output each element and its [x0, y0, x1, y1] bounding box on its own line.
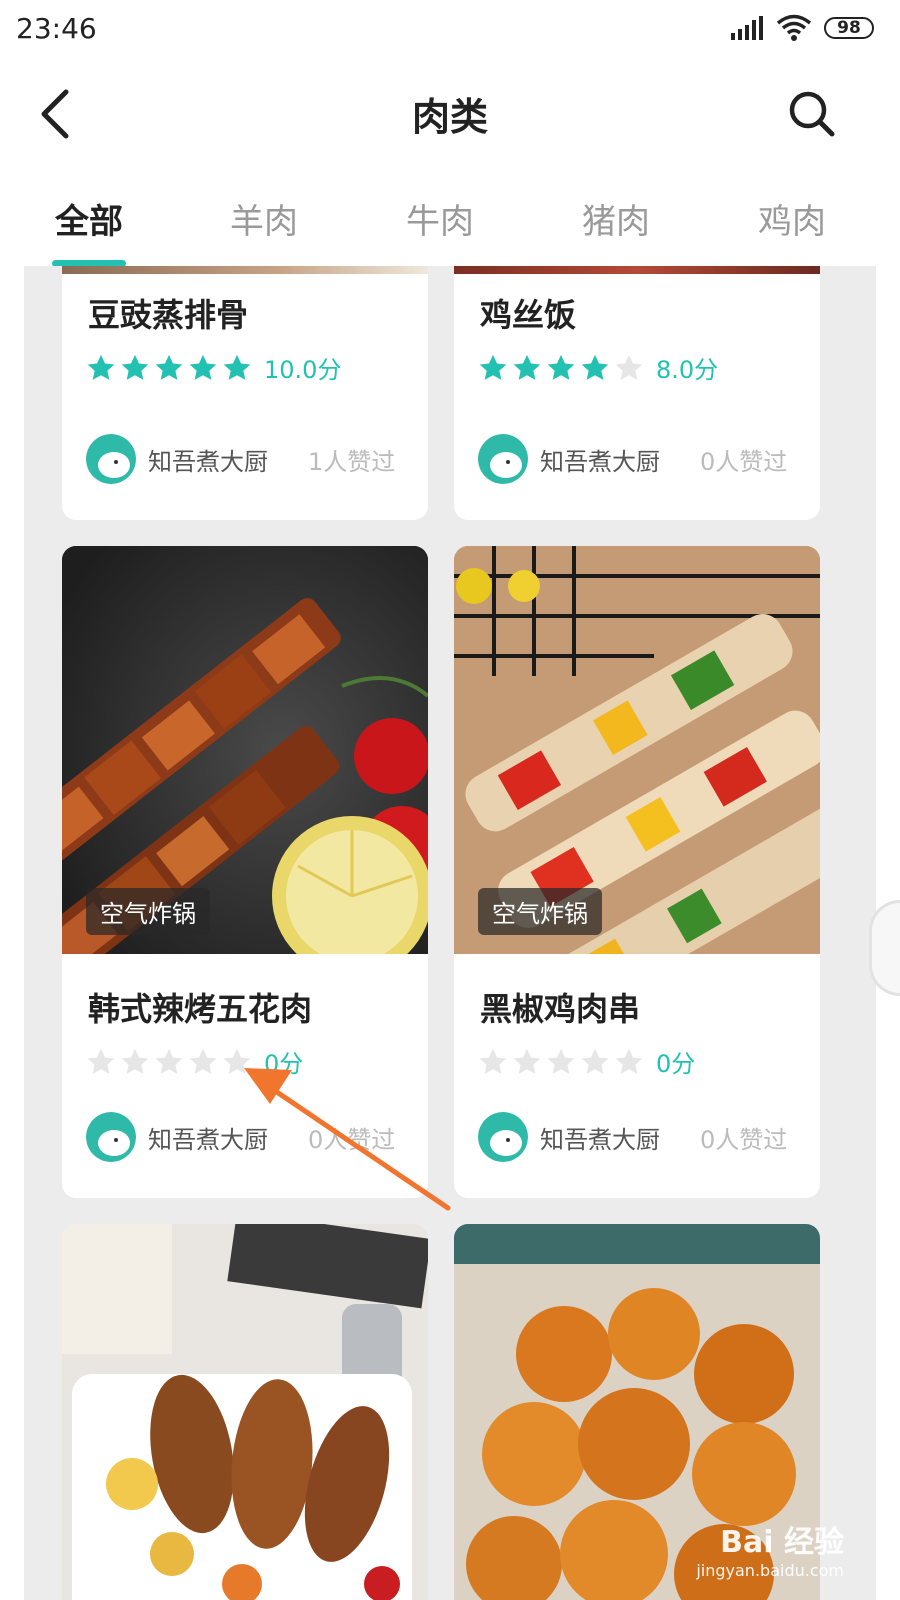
- recipe-card[interactable]: 空气炸锅 黑椒鸡肉串 0分 知吾煮大厨 0人赞过: [454, 546, 820, 1198]
- rating: 0分: [478, 1044, 695, 1079]
- star-icon: [581, 354, 609, 380]
- recipe-title: 豆豉蒸排骨: [88, 296, 249, 334]
- search-icon[interactable]: [784, 86, 840, 142]
- star-icon: [223, 1048, 251, 1074]
- recipe-card[interactable]: 豆豉蒸排骨 10.0分 知吾煮大厨 1人赞过: [62, 266, 428, 520]
- star-icon: [479, 354, 507, 380]
- star-icon: [479, 1048, 507, 1074]
- category-tag: 空气炸锅: [478, 888, 602, 935]
- star-icon: [189, 1048, 217, 1074]
- recipe-title: 韩式辣烤五花肉: [88, 990, 313, 1028]
- author-name: 知吾煮大厨: [148, 447, 268, 476]
- likes-count: 1人赞过: [308, 447, 396, 476]
- rating-score: 0分: [656, 1050, 696, 1078]
- watermark: Bai 经验 jingyan.baidu.com: [696, 1517, 844, 1580]
- star-icon: [513, 1048, 541, 1074]
- likes-count: 0人赞过: [700, 447, 788, 476]
- author-name: 知吾煮大厨: [540, 1125, 660, 1154]
- star-icon: [189, 354, 217, 380]
- recipe-photo: [62, 266, 428, 274]
- star-icon: [615, 1048, 643, 1074]
- rating: 10.0分: [86, 350, 341, 385]
- rating: 0分: [86, 1044, 303, 1079]
- rating: 8.0分: [478, 350, 718, 385]
- star-icon: [121, 1048, 149, 1074]
- top-bar: 肉类: [0, 62, 900, 172]
- tab-all[interactable]: 全部: [29, 194, 149, 243]
- status-time: 23:46: [16, 12, 97, 45]
- signal-icon: [731, 16, 763, 40]
- star-icon: [87, 354, 115, 380]
- star-icon: [223, 354, 251, 380]
- recipe-photo: [454, 266, 820, 274]
- side-drawer-handle[interactable]: [869, 900, 900, 996]
- author-row: 知吾煮大厨 0人赞过: [478, 434, 798, 484]
- rating-score: 8.0分: [656, 356, 719, 384]
- author-row: 知吾煮大厨 1人赞过: [86, 434, 406, 484]
- recipe-card[interactable]: 鸡丝饭 8.0分 知吾煮大厨 0人赞过: [454, 266, 820, 520]
- star-icon: [155, 354, 183, 380]
- author-row: 知吾煮大厨 0人赞过: [86, 1112, 406, 1162]
- status-bar: 23:46 98: [0, 0, 900, 62]
- status-icons: 98: [730, 14, 874, 42]
- star-icon: [121, 354, 149, 380]
- star-icon: [87, 1048, 115, 1074]
- star-icon: [547, 1048, 575, 1074]
- wifi-icon: [776, 14, 812, 41]
- chef-avatar: [478, 434, 528, 484]
- recipe-card[interactable]: [62, 1224, 428, 1600]
- tab-pork[interactable]: 猪肉: [556, 194, 676, 243]
- chef-avatar: [86, 1112, 136, 1162]
- battery-indicator: 98: [824, 17, 874, 39]
- chef-avatar: [86, 434, 136, 484]
- category-tabs: 全部 羊肉 牛肉 猪肉 鸡肉: [0, 172, 900, 270]
- star-icon: [615, 354, 643, 380]
- author-name: 知吾煮大厨: [148, 1125, 268, 1154]
- star-icon: [581, 1048, 609, 1074]
- star-icon: [547, 354, 575, 380]
- author-name: 知吾煮大厨: [540, 447, 660, 476]
- page-title: 肉类: [411, 95, 488, 139]
- author-row: 知吾煮大厨 0人赞过: [478, 1112, 798, 1162]
- recipe-card[interactable]: 空气炸锅 韩式辣烤五花肉 0分 知吾煮大厨 0人赞过: [62, 546, 428, 1198]
- star-icon: [513, 354, 541, 380]
- watermark-brand: Bai 经验: [720, 1525, 844, 1560]
- likes-count: 0人赞过: [700, 1125, 788, 1154]
- recipe-grid: 豆豉蒸排骨 10.0分 知吾煮大厨 1人赞过 鸡丝饭 8.0分 知吾煮大厨 0人…: [24, 266, 876, 1600]
- recipe-photo: 空气炸锅: [454, 546, 820, 954]
- category-tag: 空气炸锅: [86, 888, 210, 935]
- star-icon: [155, 1048, 183, 1074]
- recipe-photo: 空气炸锅: [62, 546, 428, 954]
- chef-avatar: [478, 1112, 528, 1162]
- recipe-title: 鸡丝饭: [480, 296, 577, 334]
- rating-score: 0分: [264, 1050, 304, 1078]
- recipe-title: 黑椒鸡肉串: [480, 990, 641, 1028]
- recipe-photo: [62, 1224, 428, 1600]
- tab-beef[interactable]: 牛肉: [380, 194, 500, 243]
- rating-score: 10.0分: [264, 356, 342, 384]
- watermark-url: jingyan.baidu.com: [696, 1561, 844, 1580]
- likes-count: 0人赞过: [308, 1125, 396, 1154]
- tab-lamb[interactable]: 羊肉: [204, 194, 324, 243]
- tab-chicken[interactable]: 鸡肉: [732, 194, 852, 243]
